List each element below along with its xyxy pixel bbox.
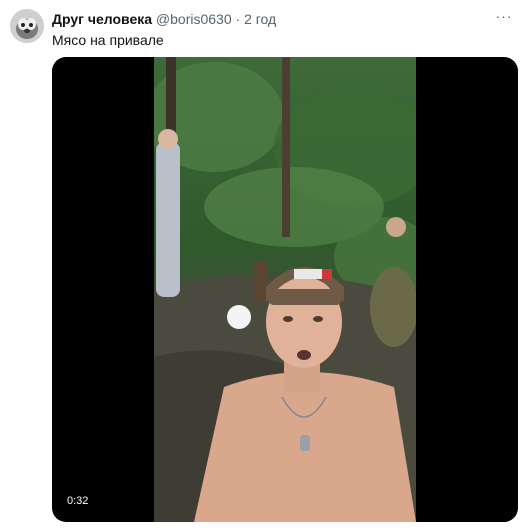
author-name[interactable]: Друг человека — [52, 11, 152, 27]
timestamp[interactable]: 2 год — [244, 11, 276, 27]
author-handle[interactable]: @boris0630 — [156, 11, 232, 27]
avatar-image — [10, 9, 44, 43]
avatar[interactable] — [10, 9, 44, 43]
video-player[interactable]: 0:32 — [52, 57, 518, 522]
tweet-card[interactable]: Друг человека @boris0630 · 2 год ··· Мяс… — [0, 0, 528, 528]
video-duration-badge: 0:32 — [62, 492, 94, 510]
tweet-header: Друг человека @boris0630 · 2 год — [52, 10, 498, 28]
more-horizontal-icon[interactable]: ··· — [494, 9, 514, 28]
tweet-text: Мясо на привале — [52, 32, 164, 48]
video-thumbnail — [154, 57, 416, 522]
header-separator: · — [235, 11, 241, 27]
